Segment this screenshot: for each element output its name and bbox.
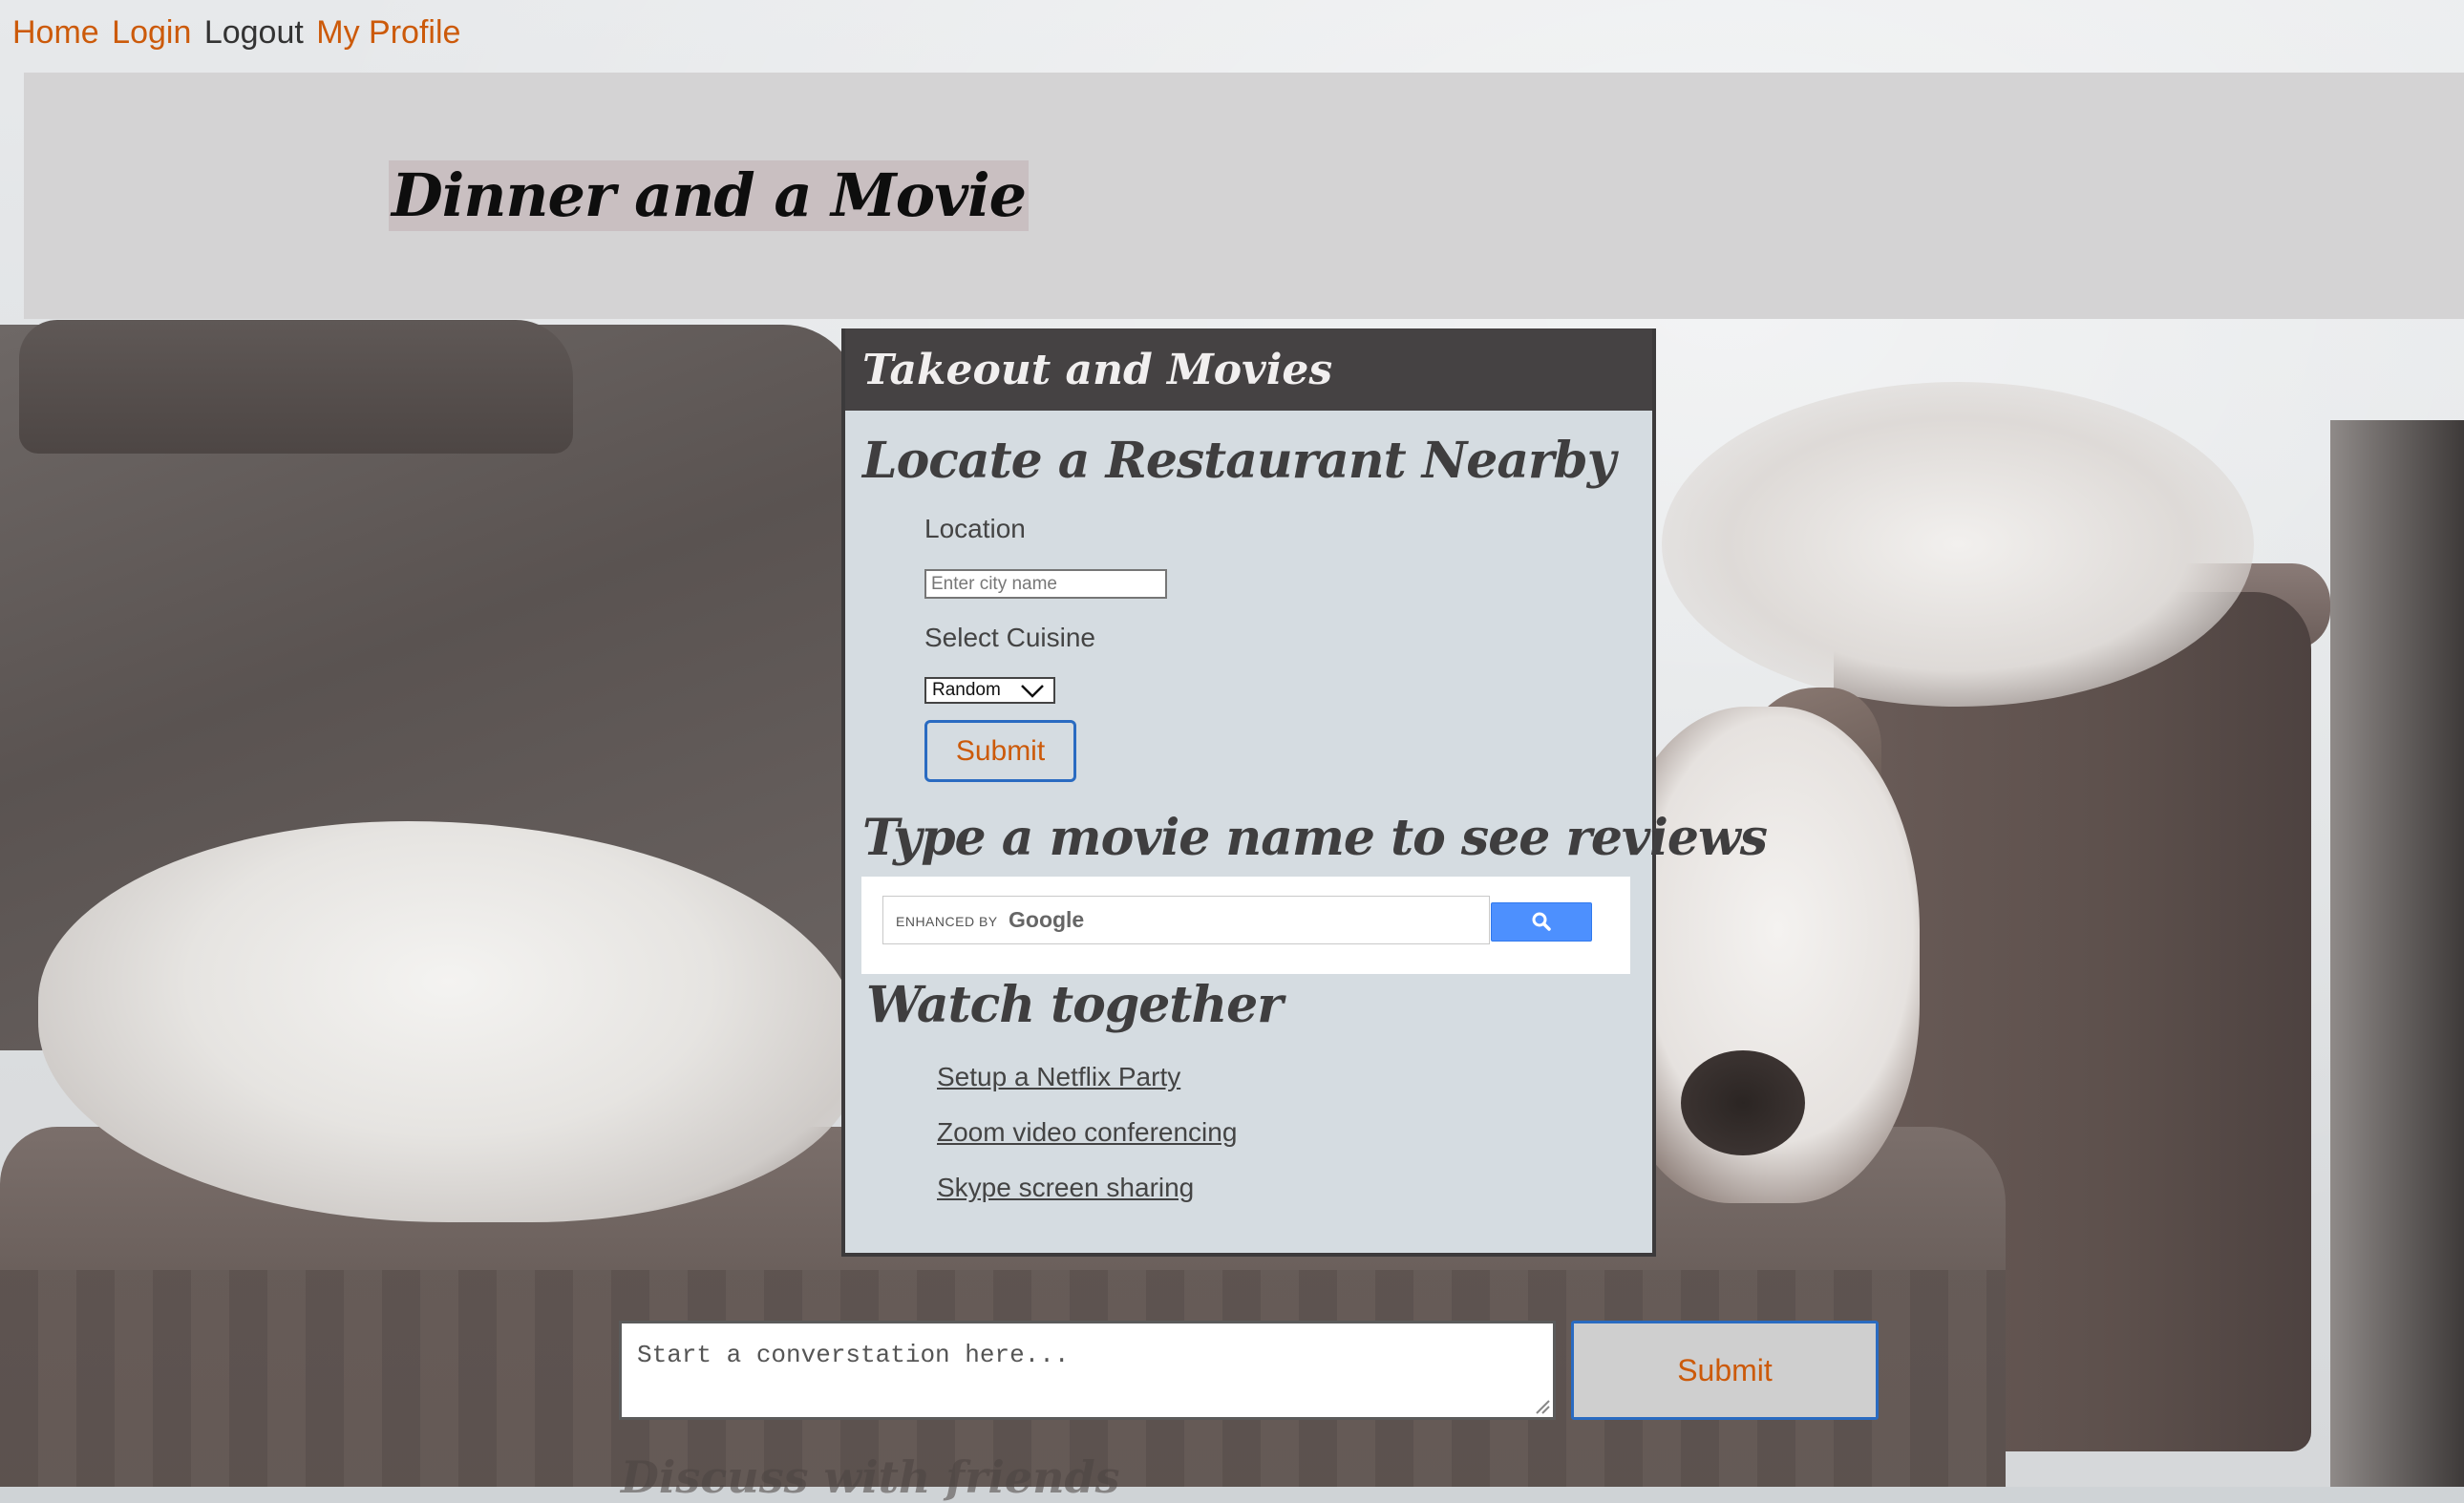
panel-header: Takeout and Movies [845,328,1652,411]
blanket-right [1662,382,2254,707]
nav-profile-link[interactable]: My Profile [316,14,460,51]
skype-link[interactable]: Skype screen sharing [937,1173,1194,1203]
nav-logout-link[interactable]: Logout [204,14,304,51]
restaurant-heading: Locate a Restaurant Nearby [862,432,1616,490]
cuisine-selected-value: Random [932,680,1001,700]
resize-handle-icon[interactable] [1533,1397,1550,1414]
discuss-heading: Discuss with friends [621,1451,1120,1503]
top-nav: Home Login Logout My Profile [12,11,464,53]
cuisine-label: Select Cuisine [924,623,1095,652]
takeout-movies-panel: Takeout and Movies Locate a Restaurant N… [841,328,1768,1257]
chat-submit-button[interactable]: Submit [1571,1321,1879,1420]
location-label: Location [924,514,1026,543]
google-search-box: ENHANCED BY Google [861,877,1630,974]
zoom-link[interactable]: Zoom video conferencing [937,1117,1237,1148]
magnifier-icon [1532,912,1551,931]
nav-home-link[interactable]: Home [12,14,99,51]
conversation-placeholder: Start a converstation here... [637,1341,1070,1369]
google-search-input[interactable]: ENHANCED BY Google [882,896,1490,944]
restaurant-submit-button[interactable]: Submit [924,720,1076,782]
chevron-down-icon [1021,685,1044,698]
nav-login-link[interactable]: Login [112,14,191,51]
google-enhanced-by-label: ENHANCED BY [896,914,998,929]
netflix-party-link[interactable]: Setup a Netflix Party [937,1062,1180,1092]
movie-reviews-heading: Type a movie name to see reviews [862,809,1768,867]
site-title: Dinner and a Movie [389,160,1030,231]
watch-together-heading: Watch together [866,976,1284,1034]
panel-title: Takeout and Movies [862,346,1333,394]
couch-pillow [19,320,573,454]
cuisine-select[interactable]: Random [924,677,1055,704]
right-edge-shadow [2330,420,2464,1487]
dog-nose [1681,1050,1805,1155]
city-input[interactable] [924,569,1167,599]
google-brand-label: Google [1009,907,1085,932]
conversation-textarea[interactable]: Start a converstation here... [619,1321,1556,1420]
google-search-button[interactable] [1491,902,1592,942]
